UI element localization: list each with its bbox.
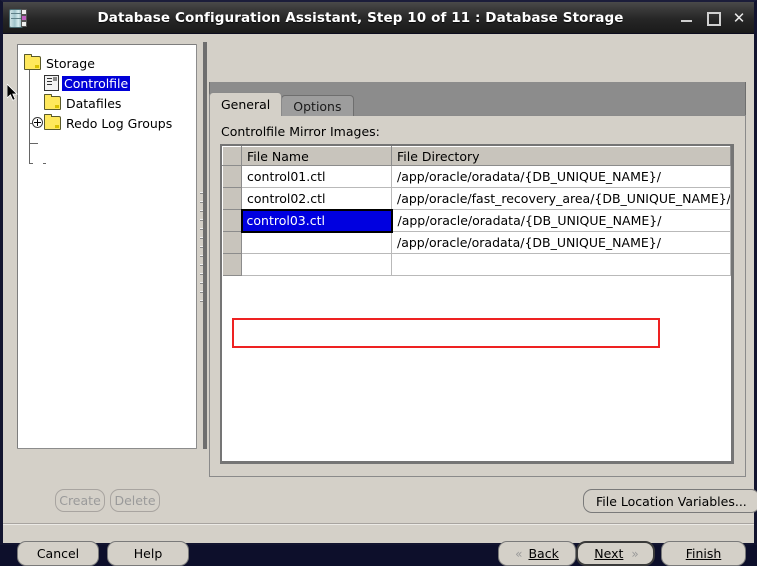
- window-title: Database Configuration Assistant, Step 1…: [97, 9, 624, 26]
- chevron-right-icon: »: [631, 546, 638, 561]
- column-header-file-directory[interactable]: File Directory: [391, 146, 731, 166]
- column-header-rownum[interactable]: [222, 146, 242, 166]
- help-label: Help: [133, 546, 163, 561]
- table-row[interactable]: control02.ctl /app/oracle/fast_recovery_…: [222, 187, 731, 210]
- table-row[interactable]: /app/oracle/oradata/{DB_UNIQUE_NAME}/: [222, 231, 731, 254]
- table-header-row: File Name File Directory: [222, 146, 731, 166]
- maximize-icon[interactable]: [706, 11, 721, 26]
- table-row[interactable]: control01.ctl /app/oracle/oradata/{DB_UN…: [222, 165, 731, 188]
- back-label: Back: [528, 546, 559, 561]
- row-header-cell[interactable]: [222, 253, 242, 276]
- controlfile-mirror-images-label: Controlfile Mirror Images:: [221, 124, 380, 139]
- tree-node-label: Storage: [46, 55, 95, 71]
- title-bar: Database Configuration Assistant, Step 1…: [3, 2, 754, 34]
- client-area: Storage Controlfile Datafiles Redo Log G…: [3, 34, 757, 566]
- close-icon[interactable]: ✕: [732, 10, 746, 25]
- tree-node-storage[interactable]: Storage: [18, 53, 196, 73]
- cell-file-directory[interactable]: /app/oracle/oradata/{DB_UNIQUE_NAME}/: [391, 231, 731, 254]
- cell-file-directory[interactable]: /app/oracle/oradata/{DB_UNIQUE_NAME}/: [391, 209, 731, 232]
- folder-icon: [44, 114, 61, 130]
- table-row-selected[interactable]: control03.ctl /app/oracle/oradata/{DB_UN…: [222, 208, 731, 233]
- general-tab-panel: Controlfile Mirror Images: File Name Fil…: [209, 115, 746, 477]
- tab-strip: General Options: [209, 92, 354, 116]
- tree-node-label: Datafiles: [66, 95, 122, 111]
- cell-file-directory[interactable]: /app/oracle/fast_recovery_area/{DB_UNIQU…: [391, 187, 731, 210]
- expand-handle-icon[interactable]: [32, 117, 43, 128]
- column-header-file-name[interactable]: File Name: [241, 146, 392, 166]
- folder-icon: [24, 54, 41, 70]
- split-pane-divider[interactable]: [197, 42, 207, 449]
- window-controls: ✕: [680, 2, 746, 33]
- storage-tree[interactable]: Storage Controlfile Datafiles Redo Log G…: [17, 44, 197, 449]
- row-header-cell[interactable]: [222, 187, 242, 210]
- tree-node-controlfile[interactable]: Controlfile: [18, 73, 196, 93]
- cell-file-name[interactable]: [241, 253, 392, 276]
- database-icon: [9, 8, 27, 28]
- tree-node-redo-log-groups[interactable]: Redo Log Groups: [18, 113, 196, 133]
- cell-file-name[interactable]: control01.ctl: [241, 165, 392, 188]
- application-window: Database Configuration Assistant, Step 1…: [0, 0, 757, 566]
- tab-options[interactable]: Options: [281, 95, 354, 116]
- tree-node-label: Controlfile: [62, 75, 131, 91]
- divider-bar: [203, 42, 207, 449]
- next-label: Next: [594, 546, 624, 561]
- delete-button[interactable]: Delete: [110, 489, 160, 512]
- tree-node-label: Redo Log Groups: [66, 115, 173, 131]
- row-header-cell[interactable]: [222, 231, 242, 254]
- cell-file-name[interactable]: control03.ctl: [240, 208, 393, 233]
- controlfile-mirror-table[interactable]: File Name File Directory control01.ctl /…: [222, 146, 731, 276]
- tree-node-datafiles[interactable]: Datafiles: [18, 93, 196, 113]
- create-button[interactable]: Create: [55, 489, 105, 512]
- row-header-cell[interactable]: [222, 209, 242, 232]
- file-location-variables-button[interactable]: File Location Variables...: [583, 489, 757, 513]
- table-row-empty[interactable]: [222, 253, 731, 276]
- cell-file-name[interactable]: control02.ctl: [241, 187, 392, 210]
- tab-general[interactable]: General: [209, 92, 283, 116]
- row-header-cell[interactable]: [222, 165, 242, 188]
- chevron-left-icon: «: [515, 546, 522, 561]
- folder-icon: [44, 94, 61, 110]
- cancel-label: Cancel: [36, 546, 80, 561]
- finish-label: Finish: [685, 546, 722, 561]
- controlfile-icon: [44, 75, 59, 91]
- footer-separator: [3, 523, 754, 525]
- cell-file-name[interactable]: [241, 231, 392, 254]
- cell-file-directory[interactable]: [391, 253, 731, 276]
- cell-file-directory[interactable]: /app/oracle/oradata/{DB_UNIQUE_NAME}/: [391, 165, 731, 188]
- selection-highlight-box: [232, 318, 660, 348]
- controlfile-mirror-table-container[interactable]: File Name File Directory control01.ctl /…: [220, 144, 734, 464]
- minimize-icon[interactable]: [680, 11, 694, 25]
